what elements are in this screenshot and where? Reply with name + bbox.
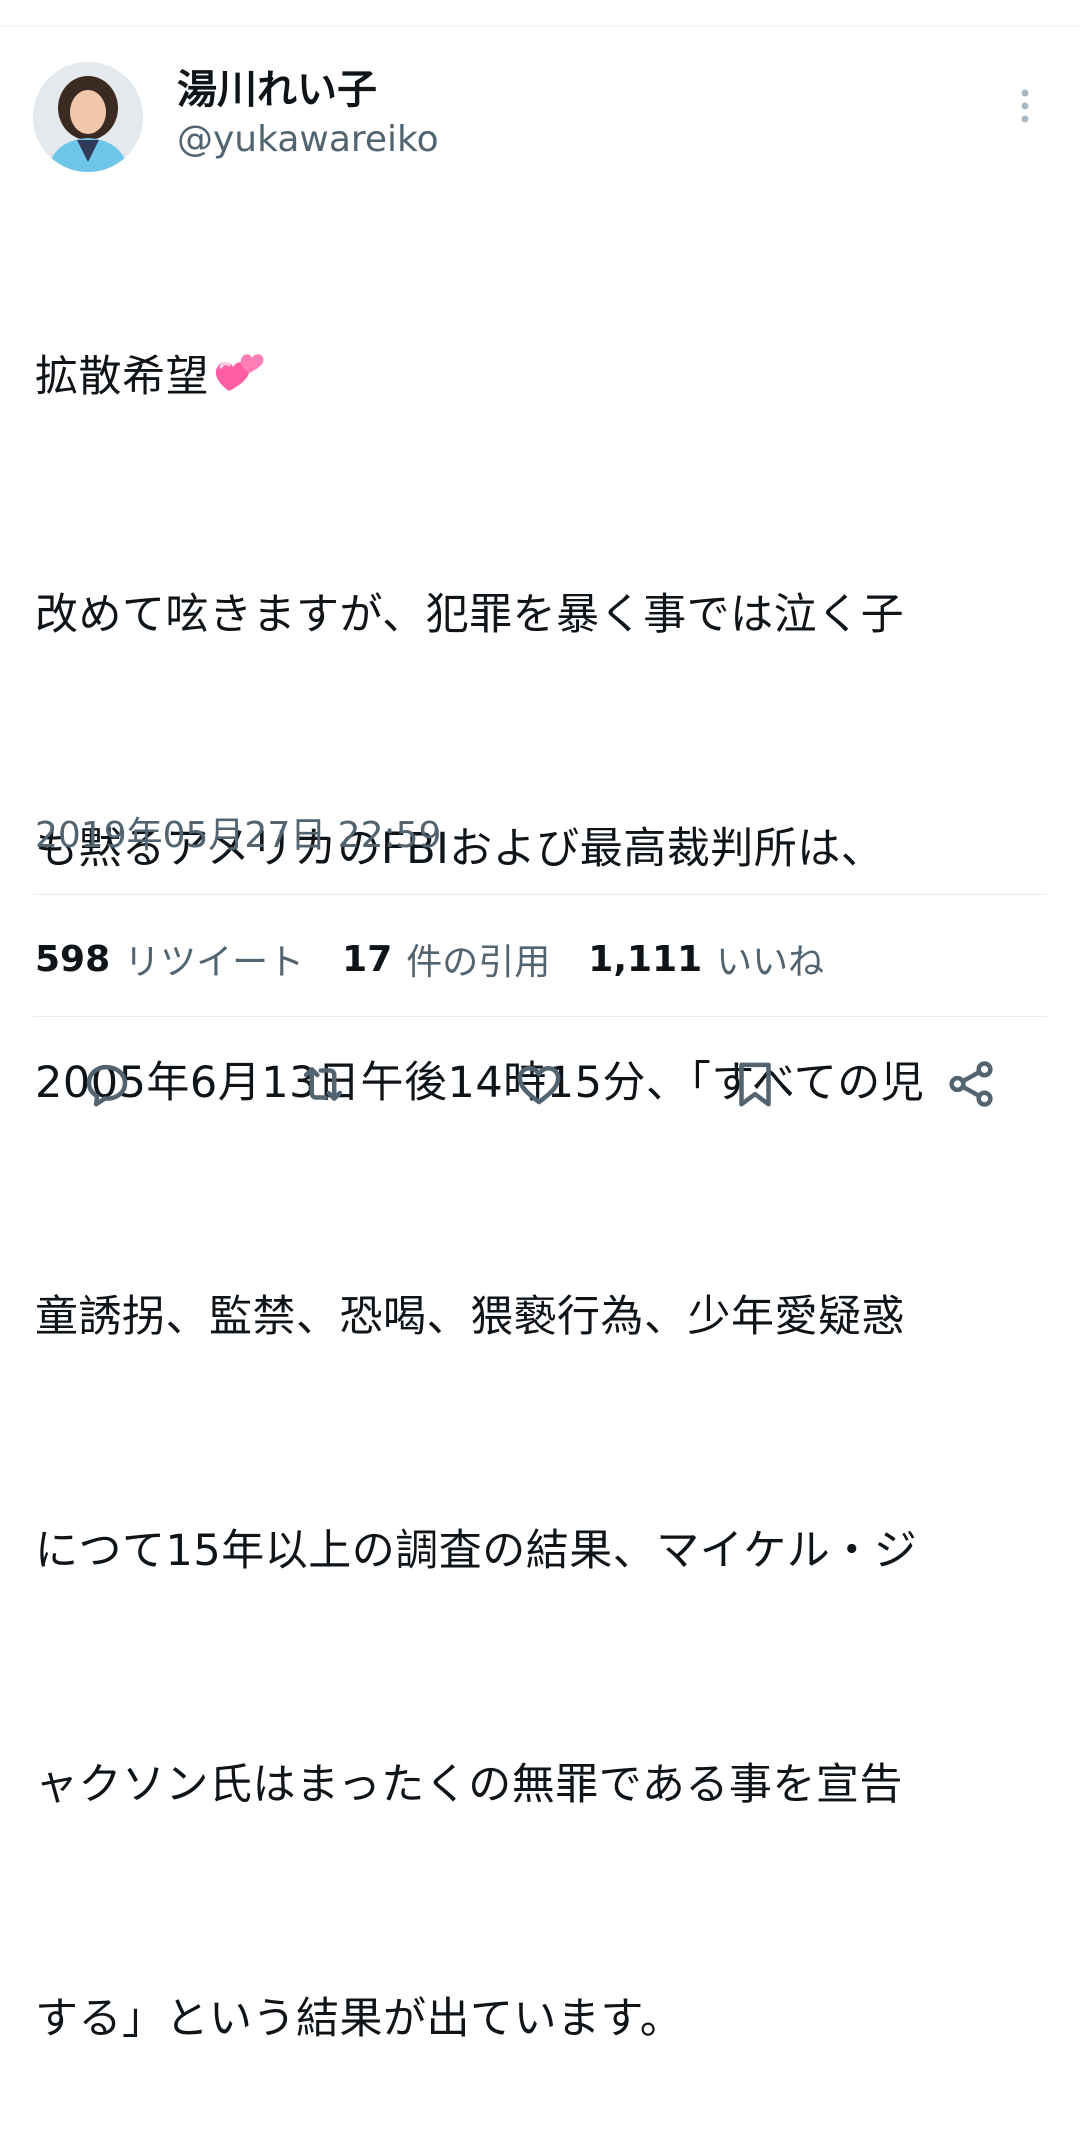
author-display-name[interactable]: 湯川れい子 <box>177 66 377 114</box>
tweet-line: につて15年以上の調査の結果、マイケル・ジ <box>35 1526 918 1576</box>
tweet-line: 改めて呟きますが、犯罪を暴く事では泣く子 <box>35 590 905 640</box>
tweet-line: ャクソン氏はまったくの無罪である事を宣告 <box>35 1760 903 1810</box>
retweet-button[interactable] <box>291 1052 355 1116</box>
tweet-text: 拡散希望 改めて呟きますが、犯罪を暴く事では泣く子 も黙るアメリカのFBIおよび… <box>35 182 1045 2136</box>
tweet-line: 拡散希望 <box>35 338 1045 420</box>
reply-icon <box>86 1064 128 1107</box>
top-divider <box>0 26 1080 27</box>
retweets-count: 598 <box>35 938 111 980</box>
stats-divider-top <box>33 894 1047 895</box>
retweet-icon <box>303 1067 343 1101</box>
quotes-stat[interactable]: 17 件の引用 <box>342 933 550 985</box>
avatar-image <box>33 62 143 172</box>
likes-stat[interactable]: 1,111 いいね <box>588 933 824 985</box>
like-button[interactable] <box>507 1052 571 1116</box>
like-icon <box>517 1066 561 1105</box>
retweets-stat[interactable]: 598 リツイート <box>35 933 304 985</box>
share-button[interactable] <box>939 1052 1003 1116</box>
tweet-timestamp[interactable]: 2019年05月27日 22:59 <box>35 812 441 860</box>
likes-label: いいね <box>716 942 825 983</box>
tweet-line: 童誘拐、監禁、恐喝、猥褻行為、少年愛疑惑 <box>35 1292 905 1342</box>
tweet-line-text: 拡散希望 <box>35 352 209 402</box>
more-vertical-icon <box>1021 89 1029 123</box>
bookmark-button[interactable] <box>723 1052 787 1116</box>
engagement-stats: 598 リツイート 17 件の引用 1,111 いいね <box>35 934 862 984</box>
tweet-line: する」という結果が出ています。 <box>35 1994 684 2044</box>
more-options-button[interactable] <box>1010 86 1040 126</box>
quotes-count: 17 <box>342 938 393 980</box>
action-bar <box>0 1052 1080 1116</box>
bookmark-icon <box>739 1062 771 1107</box>
retweets-label: リツイート <box>124 942 305 983</box>
share-icon <box>949 1061 993 1107</box>
avatar[interactable] <box>33 62 143 172</box>
stats-divider-bottom <box>33 1016 1047 1017</box>
reply-button[interactable] <box>75 1052 139 1116</box>
two-hearts-emoji-icon <box>213 342 271 420</box>
likes-count: 1,111 <box>588 938 703 980</box>
quotes-label: 件の引用 <box>406 942 551 983</box>
author-handle[interactable]: @yukawareiko <box>177 118 439 162</box>
